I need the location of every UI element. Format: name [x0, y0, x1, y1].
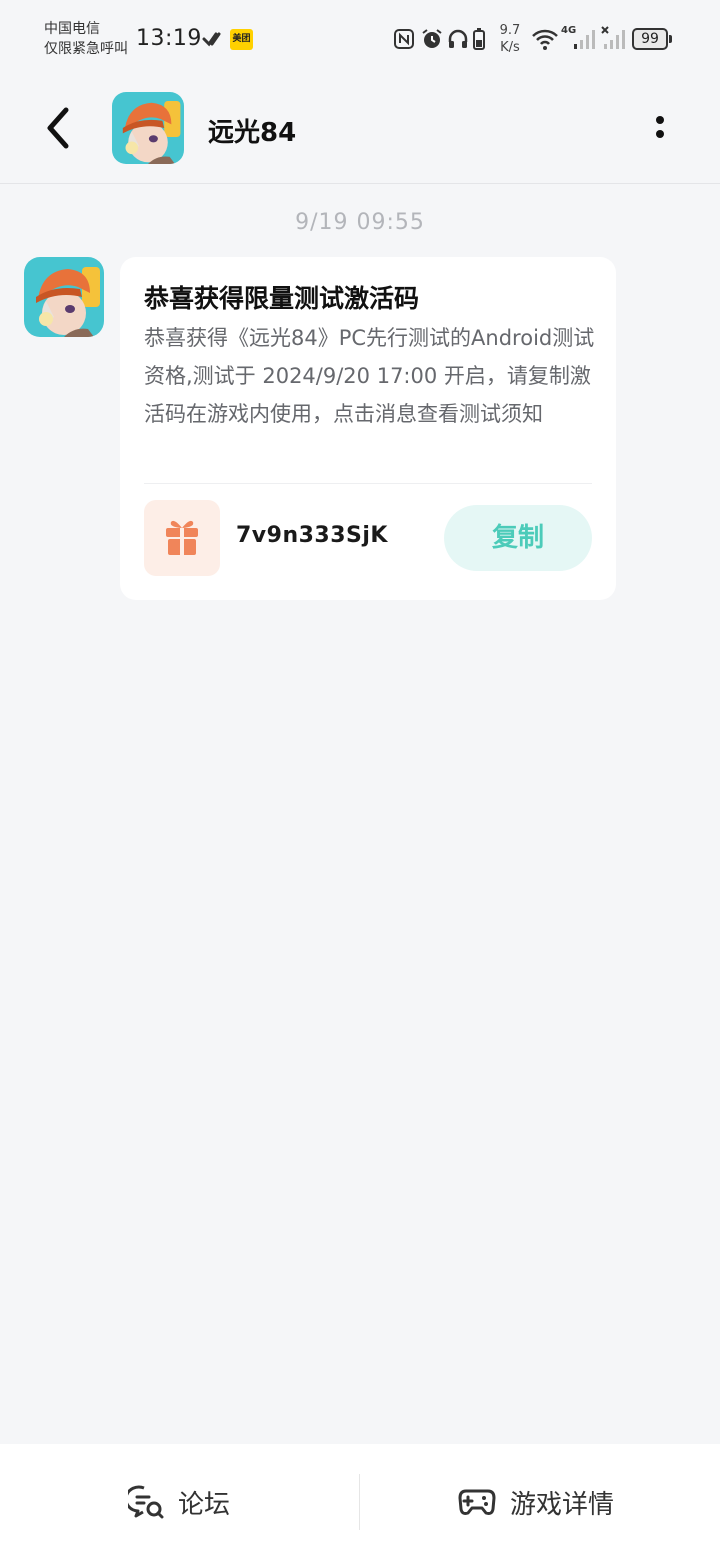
no-signal-icon	[601, 26, 625, 49]
message-timestamp: 9/19 09:55	[295, 210, 425, 235]
bottom-nav: 论坛 游戏详情	[0, 1444, 720, 1560]
network-speed-value: 9.7	[499, 23, 521, 38]
nfc-icon	[394, 29, 414, 49]
chat-title: 远光84	[208, 118, 297, 148]
message-card[interactable]: 恭喜获得限量测试激活码 恭喜获得《远光84》PC先行测试的Android测试资格…	[120, 257, 616, 600]
headphones-icon	[448, 29, 468, 48]
activation-code: 7v9n333SjK	[236, 523, 388, 548]
wifi-icon	[532, 29, 558, 50]
message-body: 恭喜获得《远光84》PC先行测试的Android测试资格,测试于 2024/9/…	[144, 326, 595, 426]
card-divider	[144, 483, 592, 484]
cellular-signal-icon	[574, 30, 595, 49]
chat-header: 远光84	[0, 78, 720, 184]
forum-label: 论坛	[178, 1489, 231, 1520]
status-bar: 中国电信 仅限紧急呼叫 13:19 美团 9.7 K/s 4G 99	[0, 0, 720, 78]
network-speed-unit: K/s	[500, 40, 520, 55]
more-dot	[656, 130, 664, 138]
bottom-nav-divider	[359, 1474, 360, 1530]
copy-button[interactable]: 复制	[444, 505, 592, 571]
game-avatar-image	[112, 92, 184, 164]
forum-tab[interactable]: 论坛	[128, 1480, 230, 1524]
gift-icon	[166, 520, 198, 555]
game-avatar[interactable]	[112, 92, 184, 164]
meituan-notification-icon: 美团	[230, 29, 253, 50]
carrier-info: 中国电信 仅限紧急呼叫	[44, 19, 128, 59]
network-speed: 9.7 K/s	[496, 22, 524, 56]
more-menu-button[interactable]	[648, 112, 672, 146]
gamepad-icon	[458, 1489, 496, 1515]
gift-icon-box	[144, 500, 220, 576]
sender-avatar-image	[24, 257, 104, 337]
message-title: 恭喜获得限量测试激活码	[144, 284, 420, 313]
more-dot	[656, 116, 664, 124]
carrier-name: 中国电信	[44, 21, 100, 37]
carrier-status: 仅限紧急呼叫	[44, 41, 128, 57]
forum-icon	[128, 1485, 164, 1519]
battery-indicator: 99	[632, 28, 672, 50]
status-time: 13:19	[136, 26, 202, 51]
game-details-label: 游戏详情	[510, 1489, 615, 1520]
back-button[interactable]	[38, 104, 78, 152]
game-details-tab[interactable]: 游戏详情	[458, 1480, 614, 1524]
app-notification-icon	[202, 32, 221, 47]
alarm-icon	[422, 29, 442, 48]
device-battery-icon	[473, 28, 485, 50]
sender-avatar[interactable]	[24, 257, 104, 337]
